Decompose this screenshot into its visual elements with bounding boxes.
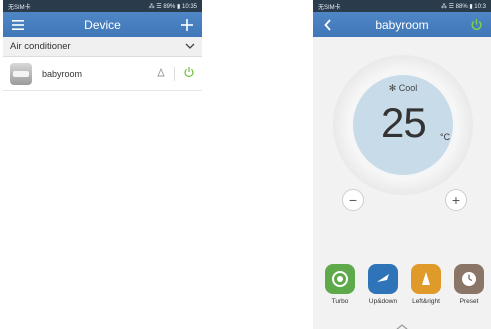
snowflake-icon: ✻ — [388, 83, 397, 93]
menu-icon[interactable] — [11, 18, 25, 32]
preset-label: Preset — [459, 298, 479, 305]
preset-button[interactable]: Preset — [451, 264, 487, 305]
increase-button[interactable]: + — [445, 189, 467, 211]
temperature-value: 25 — [381, 99, 427, 146]
device-item[interactable]: babyroom — [3, 57, 202, 91]
page-title: babyroom — [375, 17, 429, 32]
header-bar: Device — [3, 12, 202, 37]
header-bar: babyroom — [313, 12, 491, 37]
status-right-text: ⁂ ☰ 89% ▮ 10:35 — [148, 3, 197, 10]
mode-indicator[interactable]: ✻ Cool — [333, 83, 473, 94]
turbo-button[interactable]: Turbo — [322, 264, 358, 305]
ac-control-screen: 无SIM卡 ⁂ ☰ 88% ▮ 10:3 babyroom ✻ Cool 25 … — [313, 0, 491, 329]
leftright-button[interactable]: Left&right — [408, 264, 444, 305]
clock-icon — [454, 264, 484, 294]
category-label: Air conditioner — [10, 41, 71, 52]
minus-icon: − — [348, 192, 358, 208]
device-category-row[interactable]: Air conditioner — [3, 37, 202, 57]
back-icon[interactable] — [321, 18, 335, 32]
carrier-text: 无SIM卡 — [8, 4, 31, 11]
status-right-text: ⁂ ☰ 88% ▮ 10:3 — [440, 3, 486, 10]
mode-label: Cool — [398, 83, 418, 93]
chevron-up-icon[interactable] — [395, 318, 409, 329]
device-name: babyroom — [42, 68, 83, 79]
power-icon[interactable] — [183, 65, 195, 83]
plus-icon: + — [451, 192, 461, 208]
decrease-button[interactable]: − — [342, 189, 364, 211]
device-list-screen: 无SIM卡 ⁂ ☰ 89% ▮ 10:35 Device Air conditi… — [3, 0, 202, 329]
carrier-text: 无SIM卡 — [318, 4, 341, 11]
temperature-dial: ✻ Cool 25 °C — [333, 55, 473, 195]
status-bar: 无SIM卡 ⁂ ☰ 89% ▮ 10:35 — [3, 0, 202, 12]
timer-icon[interactable] — [156, 65, 166, 83]
turbo-label: Turbo — [331, 298, 349, 305]
temperature-unit: °C — [440, 132, 451, 142]
updown-button[interactable]: Up&down — [365, 264, 401, 305]
status-bar: 无SIM卡 ⁂ ☰ 88% ▮ 10:3 — [313, 0, 491, 12]
chevron-down-icon — [185, 41, 195, 52]
power-icon[interactable] — [469, 18, 483, 32]
divider — [174, 66, 175, 81]
page-title: Device — [84, 17, 121, 32]
updown-label: Up&down — [368, 298, 398, 305]
air-conditioner-icon — [10, 62, 32, 85]
swing-leftright-icon — [411, 264, 441, 294]
swing-updown-icon — [368, 264, 398, 294]
leftright-label: Left&right — [412, 298, 440, 305]
turbo-icon — [325, 264, 355, 294]
add-icon[interactable] — [180, 18, 194, 32]
